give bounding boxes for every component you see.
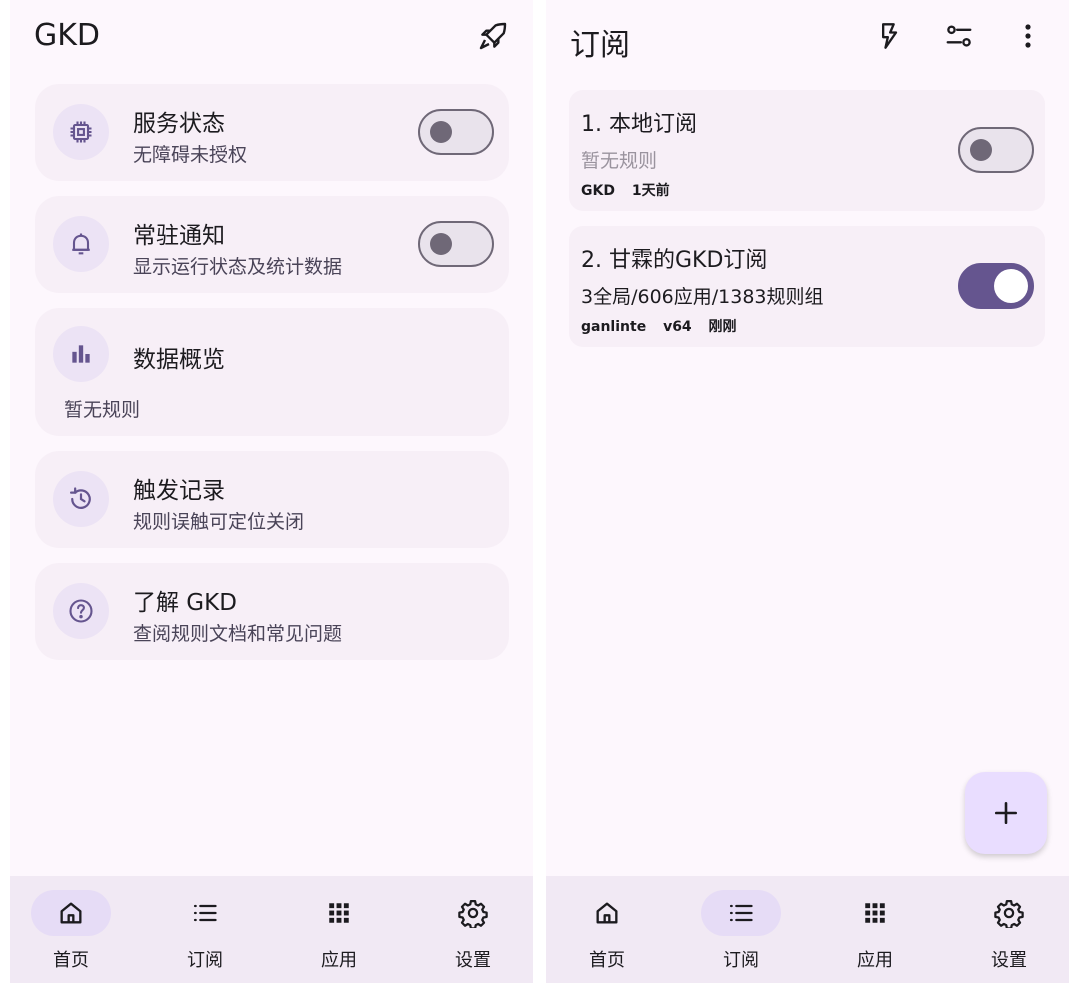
subscription-title: 1. 本地订阅 <box>581 112 697 137</box>
add-icon <box>994 801 1018 825</box>
nav-apps-label: 应用 <box>321 950 357 971</box>
subscriptions-screen: 订阅 1. 本地订阅 暂无规则 GKD 1天前 2. 甘霖的GKD订阅 3全局/… <box>546 0 1069 983</box>
nav-settings[interactable]: 设置 <box>959 876 1059 983</box>
subscription-item-local[interactable]: 1. 本地订阅 暂无规则 GKD 1天前 <box>569 90 1045 211</box>
rocket-icon[interactable] <box>473 16 513 56</box>
service-status-title: 服务状态 <box>133 111 225 137</box>
subscription-version: v64 <box>663 319 692 335</box>
more-vert-icon[interactable] <box>1008 16 1048 56</box>
nav-home[interactable]: 首页 <box>21 876 121 983</box>
nav-apps[interactable]: 应用 <box>289 876 389 983</box>
page-title: 订阅 <box>570 28 630 63</box>
subscription-author: GKD <box>581 183 615 199</box>
service-status-toggle[interactable] <box>418 109 494 155</box>
nav-apps-label: 应用 <box>857 950 893 971</box>
nav-subscriptions[interactable]: 订阅 <box>691 876 791 983</box>
subscription-description: 暂无规则 <box>581 150 658 172</box>
nav-settings-label: 设置 <box>455 950 491 971</box>
subscription-updated: 1天前 <box>631 183 670 199</box>
subscription-title: 2. 甘霖的GKD订阅 <box>581 248 768 273</box>
subscription-toggle[interactable] <box>958 127 1034 173</box>
home-icon <box>31 890 111 936</box>
nav-apps[interactable]: 应用 <box>825 876 925 983</box>
service-status-card[interactable]: 服务状态 无障碍未授权 <box>35 84 509 181</box>
service-status-subtitle: 无障碍未授权 <box>133 144 248 166</box>
subscriptions-top-bar: 订阅 <box>546 0 1069 76</box>
home-icon <box>567 890 647 936</box>
nav-subscriptions[interactable]: 订阅 <box>155 876 255 983</box>
trigger-log-card[interactable]: 触发记录 规则误触可定位关闭 <box>35 451 509 548</box>
chip-icon <box>53 104 109 160</box>
gear-icon <box>969 890 1049 936</box>
flash-icon[interactable] <box>869 16 909 56</box>
nav-home-label: 首页 <box>589 950 625 971</box>
bottom-nav: 首页 订阅 应用 设置 <box>10 876 533 983</box>
nav-home-label: 首页 <box>53 950 89 971</box>
subscription-updated: 刚刚 <box>708 319 737 335</box>
nav-settings[interactable]: 设置 <box>423 876 523 983</box>
bar-chart-icon <box>53 326 109 382</box>
help-icon <box>53 583 109 639</box>
trigger-log-title: 触发记录 <box>133 478 225 504</box>
subscription-item-ganlin[interactable]: 2. 甘霖的GKD订阅 3全局/606应用/1383规则组 ganlinte v… <box>569 226 1045 347</box>
gear-icon <box>433 890 513 936</box>
nav-home[interactable]: 首页 <box>557 876 657 983</box>
persistent-notification-card[interactable]: 常驻通知 显示运行状态及统计数据 <box>35 196 509 293</box>
home-top-bar: GKD <box>10 0 533 76</box>
trigger-log-subtitle: 规则误触可定位关闭 <box>133 511 305 533</box>
data-overview-title: 数据概览 <box>133 347 225 373</box>
home-screen: GKD 服务状态 无障碍未授权 常驻通知 显示运行状态及统计数据 数据概览 暂无… <box>10 0 533 983</box>
apps-grid-icon <box>835 890 915 936</box>
subscription-meta: GKD 1天前 <box>581 180 682 200</box>
add-subscription-button[interactable] <box>965 772 1047 854</box>
learn-gkd-subtitle: 查阅规则文档和常见问题 <box>133 623 343 645</box>
data-overview-card[interactable]: 数据概览 暂无规则 <box>35 308 509 436</box>
subscription-author: ganlinte <box>581 319 647 335</box>
persistent-notification-toggle[interactable] <box>418 221 494 267</box>
data-overview-subtitle: 暂无规则 <box>64 399 141 421</box>
bottom-nav: 首页 订阅 应用 设置 <box>546 876 1069 983</box>
persistent-notification-title: 常驻通知 <box>133 223 225 249</box>
learn-gkd-card[interactable]: 了解 GKD 查阅规则文档和常见问题 <box>35 563 509 660</box>
subscription-toggle[interactable] <box>958 263 1034 309</box>
history-icon <box>53 471 109 527</box>
list-icon <box>701 890 781 936</box>
subscription-meta: ganlinte v64 刚刚 <box>581 316 749 336</box>
nav-subscriptions-label: 订阅 <box>187 950 223 971</box>
apps-grid-icon <box>299 890 379 936</box>
nav-settings-label: 设置 <box>991 950 1027 971</box>
app-title: GKD <box>34 18 101 53</box>
subscription-description: 3全局/606应用/1383规则组 <box>581 286 824 308</box>
filter-icon[interactable] <box>939 16 979 56</box>
bell-icon <box>53 216 109 272</box>
nav-subscriptions-label: 订阅 <box>723 950 759 971</box>
persistent-notification-subtitle: 显示运行状态及统计数据 <box>133 256 343 278</box>
learn-gkd-title: 了解 GKD <box>133 590 237 616</box>
list-icon <box>165 890 245 936</box>
